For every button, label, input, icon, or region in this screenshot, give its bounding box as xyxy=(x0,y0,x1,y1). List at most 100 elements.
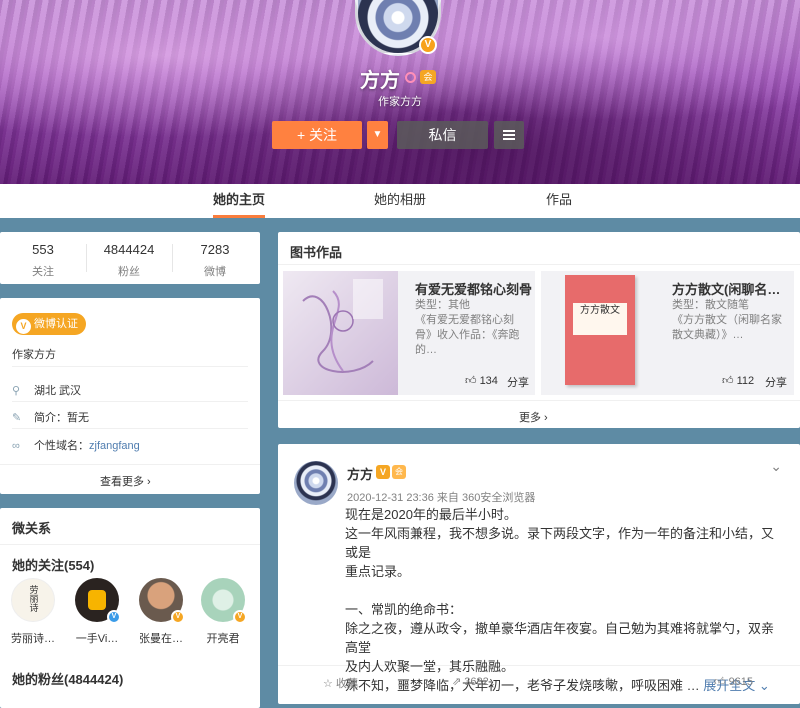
book-title[interactable]: 方方散文(闲聊名… xyxy=(672,279,790,298)
tab-home[interactable]: 她的主页 xyxy=(213,184,266,218)
thumb-up-icon: 👍︎ xyxy=(714,676,729,688)
book-cover[interactable] xyxy=(283,271,398,395)
verified-icon: V xyxy=(376,465,390,479)
profile-tabs: 她的主页 她的相册 作品 xyxy=(0,184,800,218)
thumb-up-icon: 👍︎ xyxy=(722,375,737,387)
chevron-down-icon[interactable]: ⌄ xyxy=(770,458,782,475)
vip-icon[interactable]: 会 xyxy=(420,70,436,84)
stat-label: 微博 xyxy=(204,266,226,278)
friend-name: 劳丽诗… xyxy=(11,633,55,645)
post-line: 现在是2020年的最后半小时。 xyxy=(345,507,517,522)
profile-cover: V 方方 会 作家方方 + 关注 ▼ 私信 xyxy=(0,0,800,184)
female-icon xyxy=(405,72,416,83)
post-author[interactable]: 方方 xyxy=(347,464,373,483)
follow-dropdown-button[interactable]: ▼ xyxy=(367,121,388,149)
verify-badge[interactable]: V 微博认证 xyxy=(12,313,86,335)
post-meta: 2020-12-31 23:36 来自 360安全浏览器 xyxy=(347,492,536,504)
share-button[interactable]: 分享 xyxy=(507,374,529,390)
repost-button[interactable]: ⇗ 3682 xyxy=(452,675,489,688)
post-line: 这一年风雨兼程，我不想多说。录下两段文字，作为一年的备注和小结，又或是 xyxy=(345,526,775,560)
avatar: V xyxy=(139,578,185,624)
like-button[interactable]: 👍︎ 134 xyxy=(465,374,498,387)
chevron-down-icon: ▼ xyxy=(372,129,383,140)
cover-title: 方方散文 xyxy=(573,303,627,335)
book-meta: 类型：其他 《有爱无爱都铭心刻骨》收入作品：《奔跑的… xyxy=(415,298,527,358)
intro-row: ✎ 简介：暂无 xyxy=(12,412,89,424)
post-line-last: 殊不知，噩梦降临，大年初一，老爷子发烧咳嗽，呼吸困难 … 展开全文 ⌄ xyxy=(345,678,770,693)
books-more-link[interactable]: 更多 › xyxy=(519,409,548,425)
divider xyxy=(12,428,248,429)
divider xyxy=(12,401,248,402)
more-menu-button[interactable] xyxy=(494,121,524,149)
divider xyxy=(278,264,800,265)
following-title[interactable]: 她的关注(554) xyxy=(12,555,94,574)
domain-link[interactable]: zjfangfang xyxy=(89,440,140,452)
edit-icon: ✎ xyxy=(12,412,22,424)
post-line: 除之之夜，遵从政令，撤单豪华酒店年夜宴。自己勉为其难将就掌勺，双亲高堂 xyxy=(345,621,775,655)
stat-value: 553 xyxy=(32,242,54,257)
avatar: V xyxy=(75,578,121,624)
book-cover-illustration xyxy=(302,279,383,373)
vip-icon[interactable]: 会 xyxy=(392,465,406,479)
domain-row: ∞ 个性域名：zjfangfang xyxy=(12,440,140,452)
verified-icon: V xyxy=(171,610,185,624)
divider xyxy=(0,464,260,465)
friend-item[interactable]: V 开亮君 xyxy=(200,578,247,646)
divider xyxy=(12,366,248,367)
post-content: 现在是2020年的最后半小时。 这一年风雨兼程，我不想多说。录下两段文字，作为一… xyxy=(345,505,775,695)
collect-button[interactable]: ☆ 收藏 xyxy=(323,675,358,691)
location-row: ⚲ 湖北 武汉 xyxy=(12,385,82,397)
stat-following[interactable]: 553 关注 xyxy=(0,242,86,279)
verify-description: 作家方方 xyxy=(12,349,56,361)
tab-works[interactable]: 作品 xyxy=(546,184,572,218)
message-button[interactable]: 私信 xyxy=(397,121,488,149)
friend-name: 一手Vi… xyxy=(75,633,119,645)
verified-icon: V xyxy=(233,610,247,624)
follow-button[interactable]: + 关注 xyxy=(272,121,362,149)
verified-icon: V xyxy=(419,36,437,54)
book-card[interactable]: 方方散文 方方散文(闲聊名… 类型：散文随笔 《方方散文（闲聊名家散文典藏）》…… xyxy=(541,271,794,395)
repost-icon: ⇗ xyxy=(452,676,465,688)
post-line: 及内人欢聚一堂，其乐融融。 xyxy=(345,659,515,674)
book-type: 类型：散文随笔 xyxy=(672,299,749,311)
friend-item[interactable]: 劳丽诗 劳丽诗… xyxy=(10,578,56,646)
profile-name: 方方 xyxy=(360,70,400,92)
profile-subtitle: 作家方方 xyxy=(378,96,422,108)
friend-item[interactable]: V 张曼在… xyxy=(138,578,185,646)
location-pin-icon: ⚲ xyxy=(12,385,21,397)
book-type: 类型：其他 xyxy=(415,299,470,311)
verified-icon: V xyxy=(107,610,121,624)
hamburger-icon xyxy=(503,130,515,132)
thumb-up-icon: 👍︎ xyxy=(465,375,480,387)
stat-posts[interactable]: 7283 微博 xyxy=(172,242,258,279)
friend-item[interactable]: V 一手Vi… xyxy=(74,578,121,646)
stat-value: 4844424 xyxy=(103,242,155,257)
post-line: 重点记录。 xyxy=(345,564,411,579)
like-button[interactable]: 👍︎ 9615 xyxy=(714,675,753,688)
tab-album[interactable]: 她的相册 xyxy=(374,184,426,218)
friend-name: 开亮君 xyxy=(206,633,240,645)
avatar: V xyxy=(201,578,247,624)
star-icon: ☆ xyxy=(323,678,336,690)
book-meta: 类型：散文随笔 《方方散文（闲聊名家散文典藏）》… xyxy=(672,298,790,343)
avatar[interactable] xyxy=(294,461,338,505)
book-card[interactable]: 有爱无爱都铭心刻骨 类型：其他 《有爱无爱都铭心刻骨》收入作品：《奔跑的… 👍︎… xyxy=(283,271,535,395)
avatar: 劳丽诗 xyxy=(11,578,55,622)
comment-button[interactable]: ▭ 1 xyxy=(592,675,612,688)
friend-name: 张曼在… xyxy=(139,633,183,645)
books-title: 图书作品 xyxy=(290,245,343,260)
stats-panel: 553 关注 4844424 粉丝 7283 微博 xyxy=(0,232,260,284)
post-line xyxy=(345,581,775,600)
stat-label: 粉丝 xyxy=(118,266,140,278)
fans-title[interactable]: 她的粉丝(4844424) xyxy=(12,669,123,688)
stat-fans[interactable]: 4844424 粉丝 xyxy=(86,242,172,279)
share-button[interactable]: 分享 xyxy=(765,374,787,390)
divider xyxy=(278,400,800,401)
view-more-link[interactable]: 查看更多 › xyxy=(100,473,151,489)
book-title[interactable]: 有爱无爱都铭心刻骨 xyxy=(415,279,533,298)
info-panel: V 微博认证 作家方方 ⚲ 湖北 武汉 ✎ 简介：暂无 ∞ 个性域名：zjfangfan… xyxy=(0,298,260,494)
book-cover[interactable]: 方方散文 xyxy=(541,271,656,395)
like-button[interactable]: 👍︎ 112 xyxy=(722,374,754,387)
verified-icon: V xyxy=(16,319,31,334)
post-line: 一、常凯的绝命书： xyxy=(345,602,463,617)
